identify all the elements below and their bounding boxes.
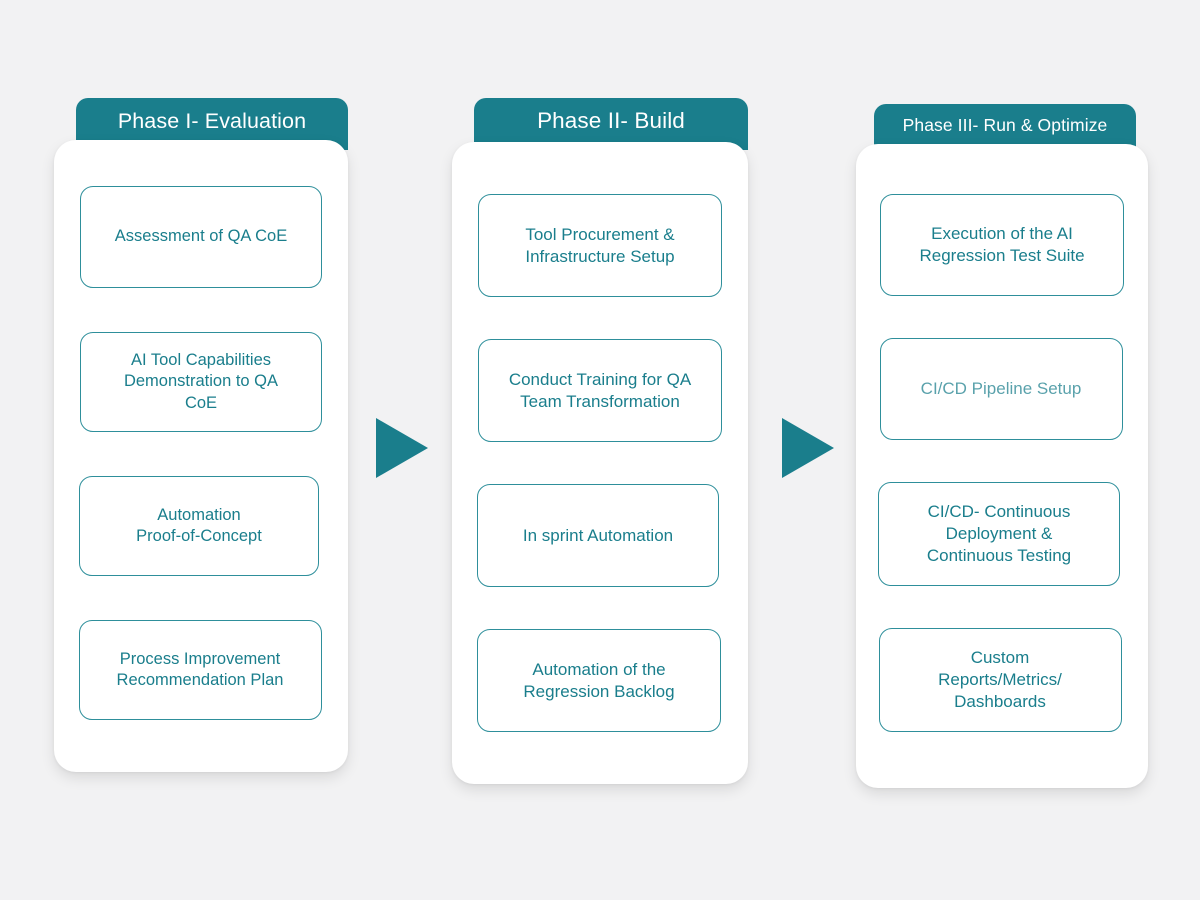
- phase-3-step-3-label: CI/CD- Continuous Deployment & Continuou…: [926, 502, 1072, 565]
- phase-3-step-1[interactable]: Execution of the AI Regression Test Suit…: [880, 194, 1124, 296]
- phase-2-step-2-label: Conduct Training for QA Team Transformat…: [508, 369, 692, 411]
- phase-1-step-1[interactable]: Assessment of QA CoE: [80, 186, 322, 288]
- phase-1-step-list: Assessment of QA CoE AI Tool Capabilitie…: [54, 140, 348, 772]
- phase-3-step-4-label: Custom Reports/Metrics/ Dashboards: [938, 648, 1062, 711]
- phase-2-step-3-label: In sprint Automation: [522, 525, 674, 545]
- phase-3-step-2-label: CI/CD Pipeline Setup: [920, 379, 1082, 399]
- phase-1-step-4-label: Process Improvement Recommendation Plan: [116, 649, 284, 689]
- phase-2-step-list: Tool Procurement & Infrastructure Setup …: [452, 142, 748, 784]
- phase-1-step-3[interactable]: Automation Proof-of-Concept: [79, 476, 319, 576]
- phase-2-step-1-label: Tool Procurement & Infrastructure Setup: [525, 224, 675, 266]
- phase-1-step-2-label: AI Tool Capabilities Demonstration to QA…: [123, 351, 279, 412]
- phase-2-step-2[interactable]: Conduct Training for QA Team Transformat…: [478, 339, 722, 442]
- phase-3-step-1-label: Execution of the AI Regression Test Suit…: [919, 224, 1085, 265]
- phase-2-step-1[interactable]: Tool Procurement & Infrastructure Setup: [478, 194, 722, 297]
- phase-2-step-4-label: Automation of the Regression Backlog: [523, 659, 675, 701]
- phase-2-card: Tool Procurement & Infrastructure Setup …: [452, 142, 748, 784]
- phase-2-step-3[interactable]: In sprint Automation: [477, 484, 719, 587]
- phase-2-step-4[interactable]: Automation of the Regression Backlog: [477, 629, 721, 732]
- phase-3-step-list: Execution of the AI Regression Test Suit…: [856, 144, 1148, 788]
- phase-3-step-2[interactable]: CI/CD Pipeline Setup: [879, 338, 1123, 440]
- phase-1-step-3-label: Automation Proof-of-Concept: [136, 505, 262, 545]
- phase-roadmap-diagram: Phase I- Evaluation Assessment of QA CoE…: [0, 0, 1200, 900]
- phase-1-step-4[interactable]: Process Improvement Recommendation Plan: [78, 620, 322, 720]
- phase-3-step-3[interactable]: CI/CD- Continuous Deployment & Continuou…: [878, 482, 1120, 586]
- phase-3-card: Execution of the AI Regression Test Suit…: [856, 144, 1148, 788]
- phase-column-3: Phase III- Run & Optimize Execution of t…: [856, 104, 1148, 788]
- phase-3-step-4[interactable]: Custom Reports/Metrics/ Dashboards: [878, 628, 1122, 732]
- phase-column-2: Phase II- Build Tool Procurement & Infra…: [452, 98, 748, 784]
- phase-1-step-1-label: Assessment of QA CoE: [114, 227, 288, 246]
- arrow-right-icon-phase1-to-phase2: [376, 418, 428, 478]
- phase-1-card: Assessment of QA CoE AI Tool Capabilitie…: [54, 140, 348, 772]
- phase-1-step-2[interactable]: AI Tool Capabilities Demonstration to QA…: [80, 332, 322, 432]
- phase-column-1: Phase I- Evaluation Assessment of QA CoE…: [54, 98, 348, 772]
- arrow-right-icon-phase2-to-phase3: [782, 418, 834, 478]
